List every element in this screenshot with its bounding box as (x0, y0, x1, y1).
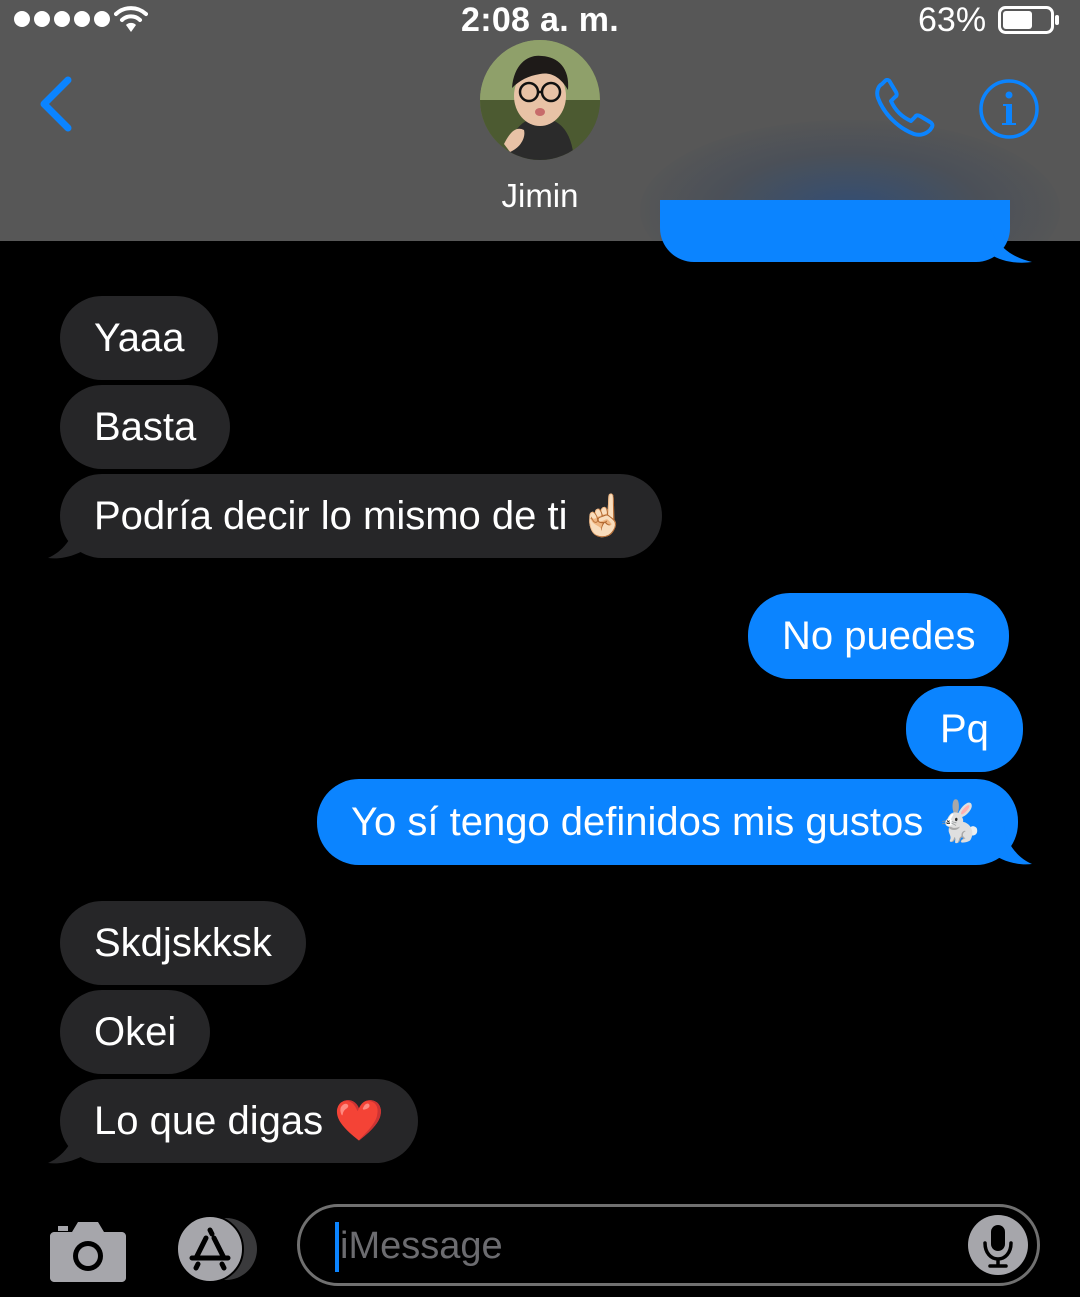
camera-icon[interactable] (50, 1216, 126, 1282)
contact-avatar[interactable] (480, 40, 600, 160)
message-incoming[interactable]: Okei (60, 990, 211, 1074)
app-store-icon[interactable] (172, 1216, 262, 1282)
message-input-placeholder: iMessage (340, 1225, 503, 1267)
message-incoming[interactable]: Podría decir lo mismo de ti ☝🏻 (60, 474, 663, 558)
incoming-bubble-tail (48, 1125, 90, 1164)
phone-icon[interactable] (872, 78, 936, 140)
message-input[interactable]: iMessage (297, 1204, 1040, 1286)
message-outgoing[interactable]: No puedes (748, 593, 1010, 679)
message-incoming[interactable]: Lo que digas ❤️ (60, 1079, 418, 1163)
outgoing-bubble-partial (660, 200, 1010, 262)
message-incoming[interactable]: Skdjskksk (60, 901, 306, 985)
outgoing-bubble-partial-tail (990, 228, 1032, 263)
messages-screen: 2:08 a. m. 63% Jimin Yaaa Basta Podría d… (0, 0, 1080, 1297)
message-outgoing[interactable]: Pq (906, 686, 1023, 772)
message-incoming[interactable]: Yaaa (60, 296, 219, 380)
outgoing-bubble-tail (990, 826, 1032, 865)
battery-percentage: 63% (918, 1, 987, 39)
status-bar: 2:08 a. m. 63% (0, 0, 1080, 40)
info-icon[interactable] (978, 78, 1040, 140)
text-caret (335, 1222, 339, 1272)
incoming-bubble-tail (48, 520, 90, 559)
battery-icon (998, 6, 1059, 34)
message-outgoing[interactable]: Yo sí tengo definidos mis gustos 🐇 (317, 779, 1019, 865)
message-incoming[interactable]: Basta (60, 385, 231, 469)
avatar-photo (480, 40, 600, 160)
chevron-left-icon[interactable] (32, 74, 80, 134)
microphone-icon[interactable] (968, 1215, 1028, 1275)
